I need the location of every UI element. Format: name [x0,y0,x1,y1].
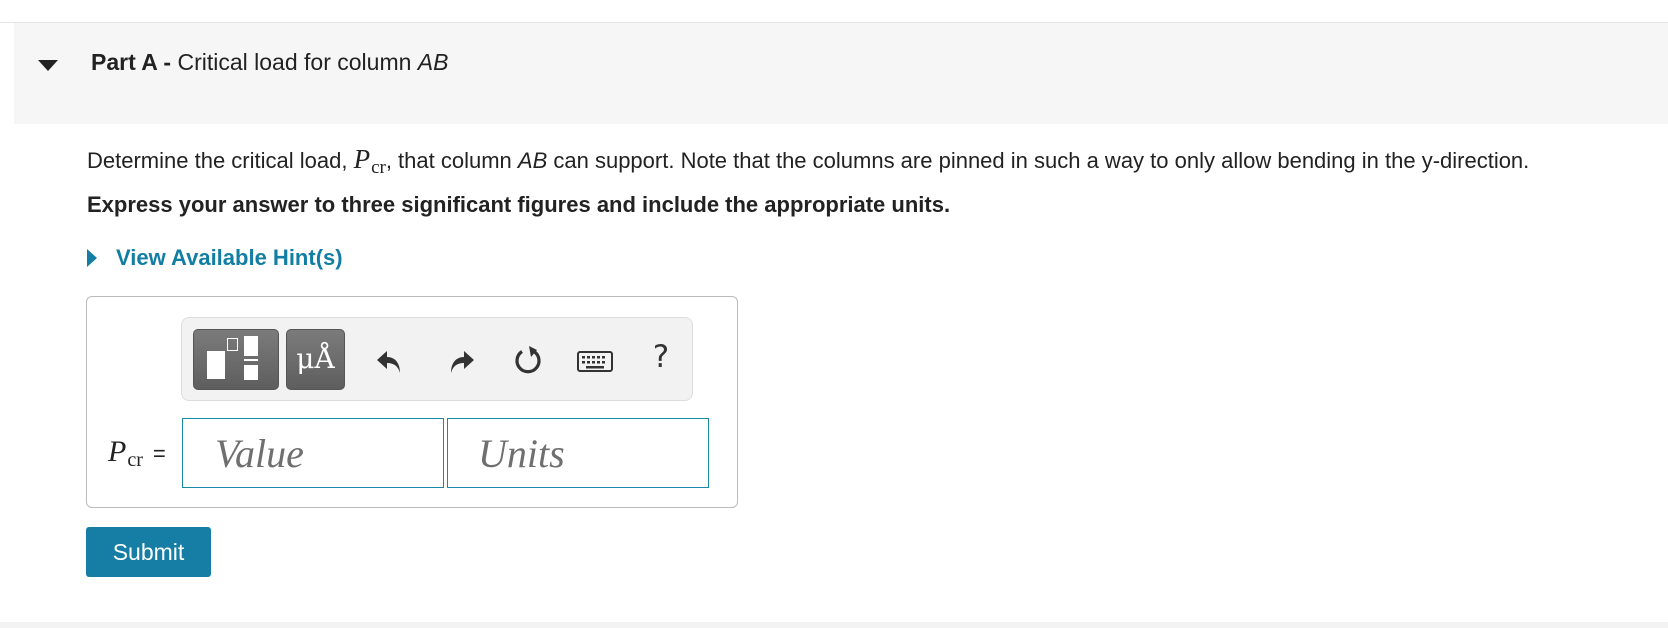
question-text-before: Determine the critical load, [87,148,354,173]
part-title-italic: AB [417,49,449,75]
question-text: Determine the critical load, Pcr, that c… [87,144,1529,179]
part-title-text: Critical load for column [177,49,418,75]
templates-button[interactable] [193,329,279,390]
question-symbol: P [353,144,371,174]
redo-icon[interactable] [442,342,478,378]
equals-sign: = [152,441,166,466]
view-hints-toggle[interactable]: View Available Hint(s) [87,244,343,272]
keyboard-icon[interactable] [577,342,613,378]
caret-down-icon[interactable] [38,60,58,71]
reset-icon[interactable] [510,342,546,378]
units-input[interactable] [447,418,709,488]
help-button[interactable]: ? [643,339,679,375]
question-text-middle: , that column [385,148,518,173]
bottom-divider [0,622,1668,628]
answer-subscript: cr [127,449,143,471]
answer-box: μÅ ? Pcr = [86,296,738,508]
caret-right-icon[interactable] [87,249,97,267]
undo-icon[interactable] [373,342,409,378]
question-subscript: cr [371,157,386,178]
part-title: Part A - Critical load for column AB [91,49,448,76]
math-toolbar: μÅ ? [181,317,693,401]
part-header[interactable]: Part A - Critical load for column AB [14,23,1668,124]
view-hints-link[interactable]: View Available Hint(s) [116,245,343,271]
submit-button[interactable]: Submit [86,527,211,577]
units-button[interactable]: μÅ [286,329,345,390]
question-text-after: can support. Note that the columns are p… [547,148,1530,173]
units-label: μÅ [296,342,335,375]
question-column: AB [517,148,548,173]
part-prefix: Part A - [91,49,172,75]
instructions: Express your answer to three significant… [87,192,951,217]
answer-symbol: P [108,435,127,468]
answer-label: Pcr = [108,435,166,472]
value-input[interactable] [182,418,444,488]
